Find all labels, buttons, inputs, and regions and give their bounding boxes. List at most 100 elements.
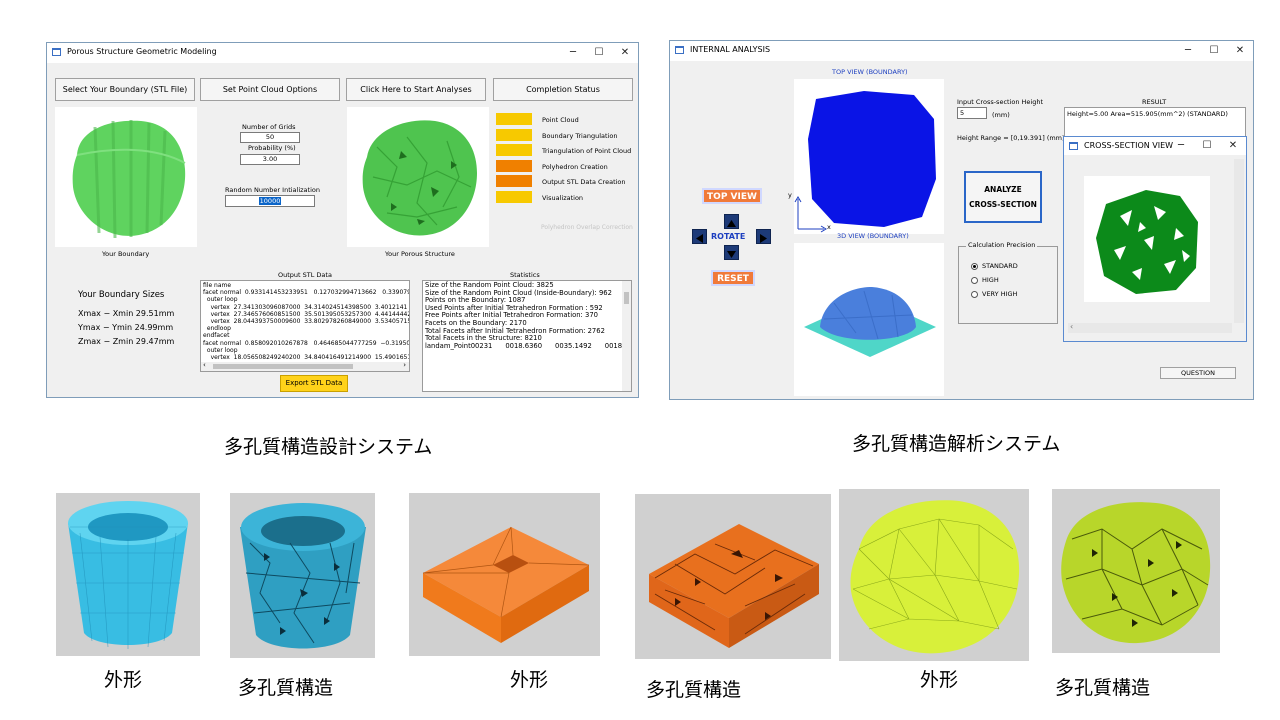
- boundary-preview: [55, 107, 197, 247]
- start-analyses-button[interactable]: Click Here to Start Analyses: [346, 78, 486, 101]
- reset-button[interactable]: RESET: [711, 270, 755, 286]
- arrow-right-icon: [760, 234, 767, 243]
- top-view-button[interactable]: TOP VIEW: [702, 188, 762, 204]
- close-button[interactable]: ✕: [1227, 41, 1253, 61]
- sample-box-porous: [635, 494, 831, 659]
- status-label: Output STL Data Creation: [542, 178, 626, 186]
- close-button[interactable]: ✕: [612, 43, 638, 63]
- top-view-label: TOP VIEW (BOUNDARY): [832, 68, 908, 76]
- close-button[interactable]: ✕: [1220, 137, 1246, 155]
- analyze-cross-section-button[interactable]: ANALYZE CROSS-SECTION: [964, 171, 1042, 223]
- blob-porous-image: [1061, 502, 1211, 644]
- precision-radio[interactable]: [971, 277, 978, 284]
- view3d-panel: [794, 243, 944, 396]
- rotate-left-button[interactable]: [692, 229, 707, 244]
- size-y: Ymax − Ymin 24.99mm: [78, 323, 174, 332]
- stl-line: vertex 27.341303096087000 34.31402451439…: [203, 303, 410, 311]
- maximize-button[interactable]: ☐: [1201, 41, 1227, 61]
- stl-line: endfacet: [203, 332, 230, 340]
- popup-hscrollbar[interactable]: ‹: [1068, 322, 1232, 333]
- stl-line: file name: [203, 282, 232, 289]
- sample-label: 多孔質構造: [646, 679, 742, 701]
- status-label: Polyhedron Creation: [542, 162, 608, 171]
- question-button[interactable]: QUESTION: [1160, 367, 1236, 379]
- point-cloud-options-button[interactable]: Set Point Cloud Options: [200, 78, 340, 101]
- rotate-up-button[interactable]: [724, 214, 739, 229]
- grids-input[interactable]: 50: [240, 132, 300, 143]
- probability-input[interactable]: 3.00: [240, 154, 300, 165]
- stl-line: outer loop: [203, 296, 238, 304]
- stats-vscrollbar[interactable]: [622, 281, 631, 391]
- grids-label: Number of Grids: [242, 123, 296, 131]
- precision-option-label[interactable]: HIGH: [982, 276, 999, 284]
- analysis-titlebar: INTERNAL ANALYSIS ─ ☐ ✕: [670, 41, 1253, 61]
- app-icon: [52, 48, 61, 56]
- stl-hscrollbar[interactable]: ‹ ›: [201, 361, 409, 371]
- design-window-title: Porous Structure Geometric Modeling: [67, 47, 217, 56]
- faint-status-label: Polyhedron Overlap Correction: [541, 224, 633, 231]
- maximize-button[interactable]: ☐: [586, 43, 612, 63]
- random-input[interactable]: 10000: [225, 195, 315, 207]
- precision-radio[interactable]: [971, 291, 978, 298]
- minimize-button[interactable]: ─: [1175, 41, 1201, 61]
- stl-line: vertex 28.044393750009600 33.80297826084…: [203, 318, 410, 326]
- app-icon: [1069, 142, 1078, 150]
- status-label: Boundary Triangulation: [542, 131, 618, 140]
- box-outer-image: [422, 526, 590, 643]
- analysis-window: INTERNAL ANALYSIS ─ ☐ ✕ TOP VIEW (BOUNDA…: [669, 40, 1254, 400]
- precision-option-label[interactable]: STANDARD: [982, 262, 1018, 270]
- design-titlebar: Porous Structure Geometric Modeling ─ ☐ …: [47, 43, 638, 63]
- result-box[interactable]: Height=5.00 Area=515.905(mm^2) (STANDARD…: [1064, 107, 1246, 137]
- design-system-caption: 多孔質構造設計システム: [224, 436, 433, 458]
- stl-scroll-thumb[interactable]: [213, 364, 353, 369]
- precision-option-label[interactable]: VERY HIGH: [982, 290, 1017, 298]
- stl-line: endloop: [203, 325, 231, 333]
- analyze-line1: ANALYZE: [984, 185, 1022, 194]
- precision-radio[interactable]: [971, 263, 978, 270]
- rotate-right-button[interactable]: [756, 229, 771, 244]
- result-label: RESULT: [1142, 98, 1167, 106]
- arrow-down-icon: [727, 251, 736, 258]
- sample-label: 多孔質構造: [238, 677, 334, 699]
- app-icon: [675, 46, 684, 54]
- stats-scroll-thumb[interactable]: [624, 292, 629, 304]
- select-boundary-button[interactable]: Select Your Boundary (STL File): [55, 78, 195, 101]
- cross-section-panel: [1084, 176, 1210, 302]
- radio-selected-dot: [973, 265, 976, 268]
- popup-vscrollbar[interactable]: [1234, 159, 1244, 323]
- statistics-list[interactable]: Size of the Random Point Cloud: 3825 Size…: [422, 280, 632, 392]
- random-value: 10000: [258, 197, 282, 205]
- status-label: Point Cloud: [542, 116, 579, 124]
- rotate-down-button[interactable]: [724, 245, 739, 260]
- stl-line: facet normal 0.933141453233951 0.1270329…: [203, 289, 410, 297]
- axis-y-label: y: [788, 191, 792, 199]
- sample-box-outer: [409, 493, 600, 656]
- cross-section-shape: [1096, 190, 1198, 294]
- maximize-button[interactable]: ☐: [1194, 137, 1220, 155]
- height-input[interactable]: 5: [957, 107, 987, 119]
- minimize-button[interactable]: ─: [1168, 137, 1194, 155]
- sample-label: 外形: [510, 669, 549, 691]
- completion-status-button[interactable]: Completion Status: [493, 78, 633, 101]
- cup-porous-image: [240, 503, 366, 649]
- axes-icon: [794, 196, 827, 233]
- statistics-line: landam_Point00231 0018.6360 0035.1492 00…: [425, 341, 632, 350]
- arrow-up-icon: [727, 220, 736, 227]
- popup-titlebar: CROSS-SECTION VIEW ─ ☐ ✕: [1064, 137, 1246, 155]
- scroll-right-icon[interactable]: ›: [403, 361, 406, 369]
- height-label: Input Cross-section Height: [957, 98, 1044, 106]
- arrow-left-icon: [696, 234, 703, 243]
- minimize-button[interactable]: ─: [560, 43, 586, 63]
- status-swatch: [496, 128, 532, 141]
- porous-caption: Your Porous Structure: [385, 250, 455, 258]
- statistics-lines: Size of the Random Point Cloud: 3825 Size…: [425, 281, 632, 350]
- size-x: Xmax − Xmin 29.51mm: [78, 309, 175, 318]
- export-stl-button[interactable]: Export STL Data: [280, 375, 348, 392]
- scroll-left-icon[interactable]: ‹: [1070, 322, 1073, 331]
- analyze-line2: CROSS-SECTION: [969, 200, 1037, 209]
- scroll-left-icon[interactable]: ‹: [203, 361, 206, 369]
- sample-cup-outer: [56, 493, 200, 656]
- status-swatch: [496, 159, 532, 172]
- sizes-title: Your Boundary Sizes: [78, 290, 165, 300]
- output-stl-list[interactable]: file name facet normal 0.933141453233951 …: [200, 280, 410, 372]
